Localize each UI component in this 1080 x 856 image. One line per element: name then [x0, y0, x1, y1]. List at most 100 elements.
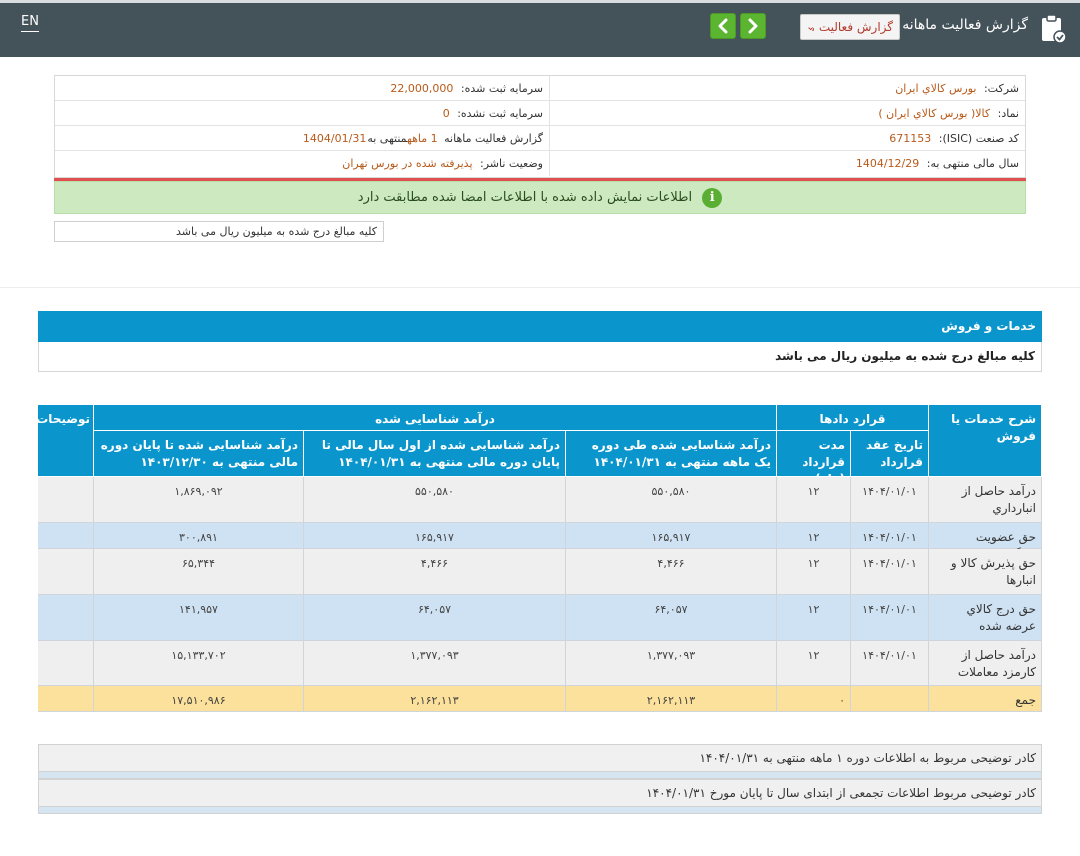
total-income-ytd: ۲,۱۶۲,۱۱۳ [304, 686, 566, 712]
info-row: سال مالی منتهی به: 1404/12/29 وضعیت ناشر… [55, 151, 1025, 176]
chevron-left-icon [718, 18, 728, 34]
description-box-cumulative: کادر توضیحی مربوط اطلاعات تجمعی از ابتدا… [38, 779, 1042, 807]
isic-cell: کد صنعت (ISIC): 671153 [549, 126, 1025, 151]
company-label: شرکت: [983, 82, 1019, 95]
info-icon: i [702, 187, 723, 208]
description-content-cumulative [38, 807, 1042, 814]
cell-service: درآمد حاصل از کارمزد معاملات [929, 641, 1042, 686]
services-table: شرح خدمات یا فروش قرارد دادها تاریخ عقد … [36, 405, 1042, 712]
section-title: خدمات و فروش [38, 311, 1042, 342]
cell-duration: ۱۲ [777, 595, 851, 641]
language-toggle[interactable]: EN [21, 14, 39, 32]
info-row: شرکت: بورس کالاي ايران سرمایه ثبت شده: 2… [55, 76, 1025, 101]
company-cell: شرکت: بورس کالاي ايران [549, 76, 1025, 101]
cell-income-ytd: ۶۴,۰۵۷ [304, 595, 566, 641]
cell-service: حق درج کالاي عرضه شده [929, 595, 1042, 641]
cell-income-prev: ۶۵,۳۴۴ [94, 549, 304, 595]
report-period-prefix: گزارش فعالیت ماهانه [444, 132, 543, 145]
report-type-select[interactable]: گزارش فعالیت ، ⌄ [800, 14, 900, 40]
header-notes: توضیحات [36, 405, 94, 477]
cell-notes [38, 641, 94, 686]
previous-button[interactable] [710, 13, 736, 39]
header-top-border [0, 0, 1080, 3]
cell-income-ytd: ۵۵۰,۵۸۰ [304, 477, 566, 523]
cell-income-month: ۶۴,۰۵۷ [566, 595, 777, 641]
cell-duration: ۱۲ [777, 641, 851, 686]
cell-duration: ۱۲ [777, 549, 851, 595]
section-unit-note: کلیه مبالغ درج شده به میلیون ریال می باش… [38, 342, 1042, 372]
capital-registered-cell: سرمایه ثبت شده: 22,000,000 [55, 76, 549, 101]
cell-income-ytd: ۱,۳۷۷,۰۹۳ [304, 641, 566, 686]
cell-income-prev: ۱۴۱,۹۵۷ [94, 595, 304, 641]
capital-unregistered-value: 0 [442, 107, 450, 120]
company-info: شرکت: بورس کالاي ايران سرمایه ثبت شده: 2… [54, 75, 1026, 178]
total-duration: ۰ [777, 686, 851, 712]
header-contract-duration: مدت قرارداد (ماه) [777, 431, 851, 486]
header-income-prev: درآمد شناسایی شده تا پایان دوره مالی منت… [94, 431, 304, 477]
chevron-down-icon: ⌄ [806, 20, 816, 33]
header-contract-date: تاریخ عقد قرارداد [851, 431, 929, 477]
next-button[interactable] [740, 13, 766, 39]
cell-notes [38, 549, 94, 595]
cell-income-ytd: ۱۶۵,۹۱۷ [304, 523, 566, 549]
isic-value: 671153 [889, 132, 932, 145]
description-box-period: کادر توضیحی مربوط به اطلاعات دوره ۱ ماهه… [38, 744, 1042, 772]
total-income-prev: ۱۷,۵۱۰,۹۸۶ [94, 686, 304, 712]
cell-notes [38, 477, 94, 523]
fiscal-year-cell: سال مالی منتهی به: 1404/12/29 [549, 151, 1025, 176]
clipboard-icon [1042, 14, 1067, 44]
cell-duration: ۱۲ [777, 523, 851, 549]
total-notes [38, 686, 94, 712]
cell-date: ۱۴۰۴/۰۱/۰۱ [851, 523, 929, 549]
cell-service: درآمد حاصل از انبارداري [929, 477, 1042, 523]
page-title: گزارش فعالیت ماهانه [902, 17, 1028, 33]
cell-income-prev: ۱۵,۱۳۳,۷۰۲ [94, 641, 304, 686]
signature-notice: i اطلاعات نمایش داده شده با اطلاعات امضا… [54, 181, 1026, 214]
section-separator [0, 287, 1080, 288]
fiscal-year-value: 1404/12/29 [855, 157, 920, 170]
capital-registered-label: سرمایه ثبت شده: [460, 82, 543, 95]
report-period-suffix: منتهی به [367, 132, 408, 145]
capital-unregistered-label: سرمایه ثبت نشده: [457, 107, 543, 120]
cell-income-prev: ۱,۸۶۹,۰۹۲ [94, 477, 304, 523]
notice-text: اطلاعات نمایش داده شده با اطلاعات امضا ش… [357, 190, 693, 205]
header-contracts: قرارد دادها [777, 405, 929, 431]
cell-income-month: ۱,۳۷۷,۰۹۳ [566, 641, 777, 686]
header-income-ytd: درآمد شناسایی شده از اول سال مالی تا پای… [304, 431, 566, 477]
symbol-cell: نماد: کالا( بورس کالاي ايران ) [549, 101, 1025, 126]
fiscal-year-label: سال مالی منتهی به: [926, 157, 1019, 170]
info-row: نماد: کالا( بورس کالاي ايران ) سرمایه ثب… [55, 101, 1025, 126]
cell-date: ۱۴۰۴/۰۱/۰۱ [851, 477, 929, 523]
description-content-period [38, 772, 1042, 779]
company-value: بورس کالاي ايران [895, 82, 977, 95]
isic-label: کد صنعت (ISIC): [938, 132, 1019, 145]
cell-date: ۱۴۰۴/۰۱/۰۱ [851, 595, 929, 641]
total-label: جمع [929, 686, 1042, 712]
header-recognized-income: درآمد شناسایی شده [94, 405, 777, 431]
report-type-value: گزارش فعالیت ، [811, 20, 893, 34]
symbol-label: نماد: [997, 107, 1019, 120]
capital-registered-value: 22,000,000 [390, 82, 454, 95]
cell-notes [38, 595, 94, 641]
report-period-value: 1 ماهه [407, 132, 438, 145]
info-row: کد صنعت (ISIC): 671153 گزارش فعالیت ماها… [55, 126, 1025, 151]
header-service: شرح خدمات یا فروش [929, 405, 1042, 477]
publisher-status-cell: وضعیت ناشر: پذیرفته شده در بورس تهران [55, 151, 549, 176]
top-header: EN گزارش فعالیت ، ⌄ گزارش فعالیت ماهانه [0, 0, 1080, 57]
cell-date: ۱۴۰۴/۰۱/۰۱ [851, 549, 929, 595]
report-period-cell: گزارش فعالیت ماهانه 1 ماههمنتهی به1404/0… [55, 126, 549, 151]
cell-income-month: ۱۶۵,۹۱۷ [566, 523, 777, 549]
cell-notes [38, 523, 94, 549]
cell-service: حق پذيرش کالا و انبارها [929, 549, 1042, 595]
cell-date: ۱۴۰۴/۰۱/۰۱ [851, 641, 929, 686]
cell-duration: ۱۲ [777, 477, 851, 523]
total-date [851, 686, 929, 712]
report-period-date: 1404/01/31 [302, 132, 367, 145]
total-income-month: ۲,۱۶۲,۱۱۳ [566, 686, 777, 712]
cell-income-prev: ۳۰۰,۸۹۱ [94, 523, 304, 549]
header-income-month: درآمد شناسایی شده طی دوره یک ماهه منتهی … [566, 431, 777, 477]
cell-service: حق عضویت کارگزاران [929, 523, 1042, 561]
publisher-status-value: پذیرفته شده در بورس تهران [342, 157, 473, 170]
cell-income-month: ۵۵۰,۵۸۰ [566, 477, 777, 523]
symbol-value[interactable]: کالا( بورس کالاي ايران ) [878, 107, 990, 120]
